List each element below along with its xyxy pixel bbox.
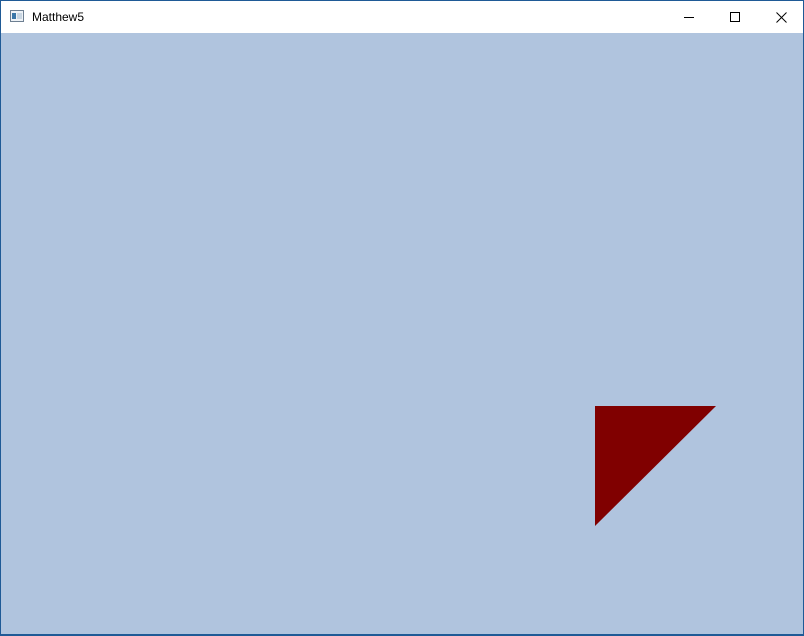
minimize-button[interactable]: [666, 1, 712, 33]
render-canvas[interactable]: [1, 33, 803, 634]
app-window-icon[interactable]: [10, 10, 24, 22]
maximize-button[interactable]: [712, 1, 758, 33]
app-window: Matthew5: [0, 0, 804, 636]
close-icon: [775, 11, 787, 23]
minimize-icon: [684, 17, 694, 18]
close-button[interactable]: [758, 1, 804, 33]
window-title: Matthew5: [32, 10, 85, 24]
title-bar[interactable]: Matthew5: [1, 1, 803, 33]
red-triangle: [595, 406, 716, 526]
maximize-icon: [730, 12, 740, 22]
